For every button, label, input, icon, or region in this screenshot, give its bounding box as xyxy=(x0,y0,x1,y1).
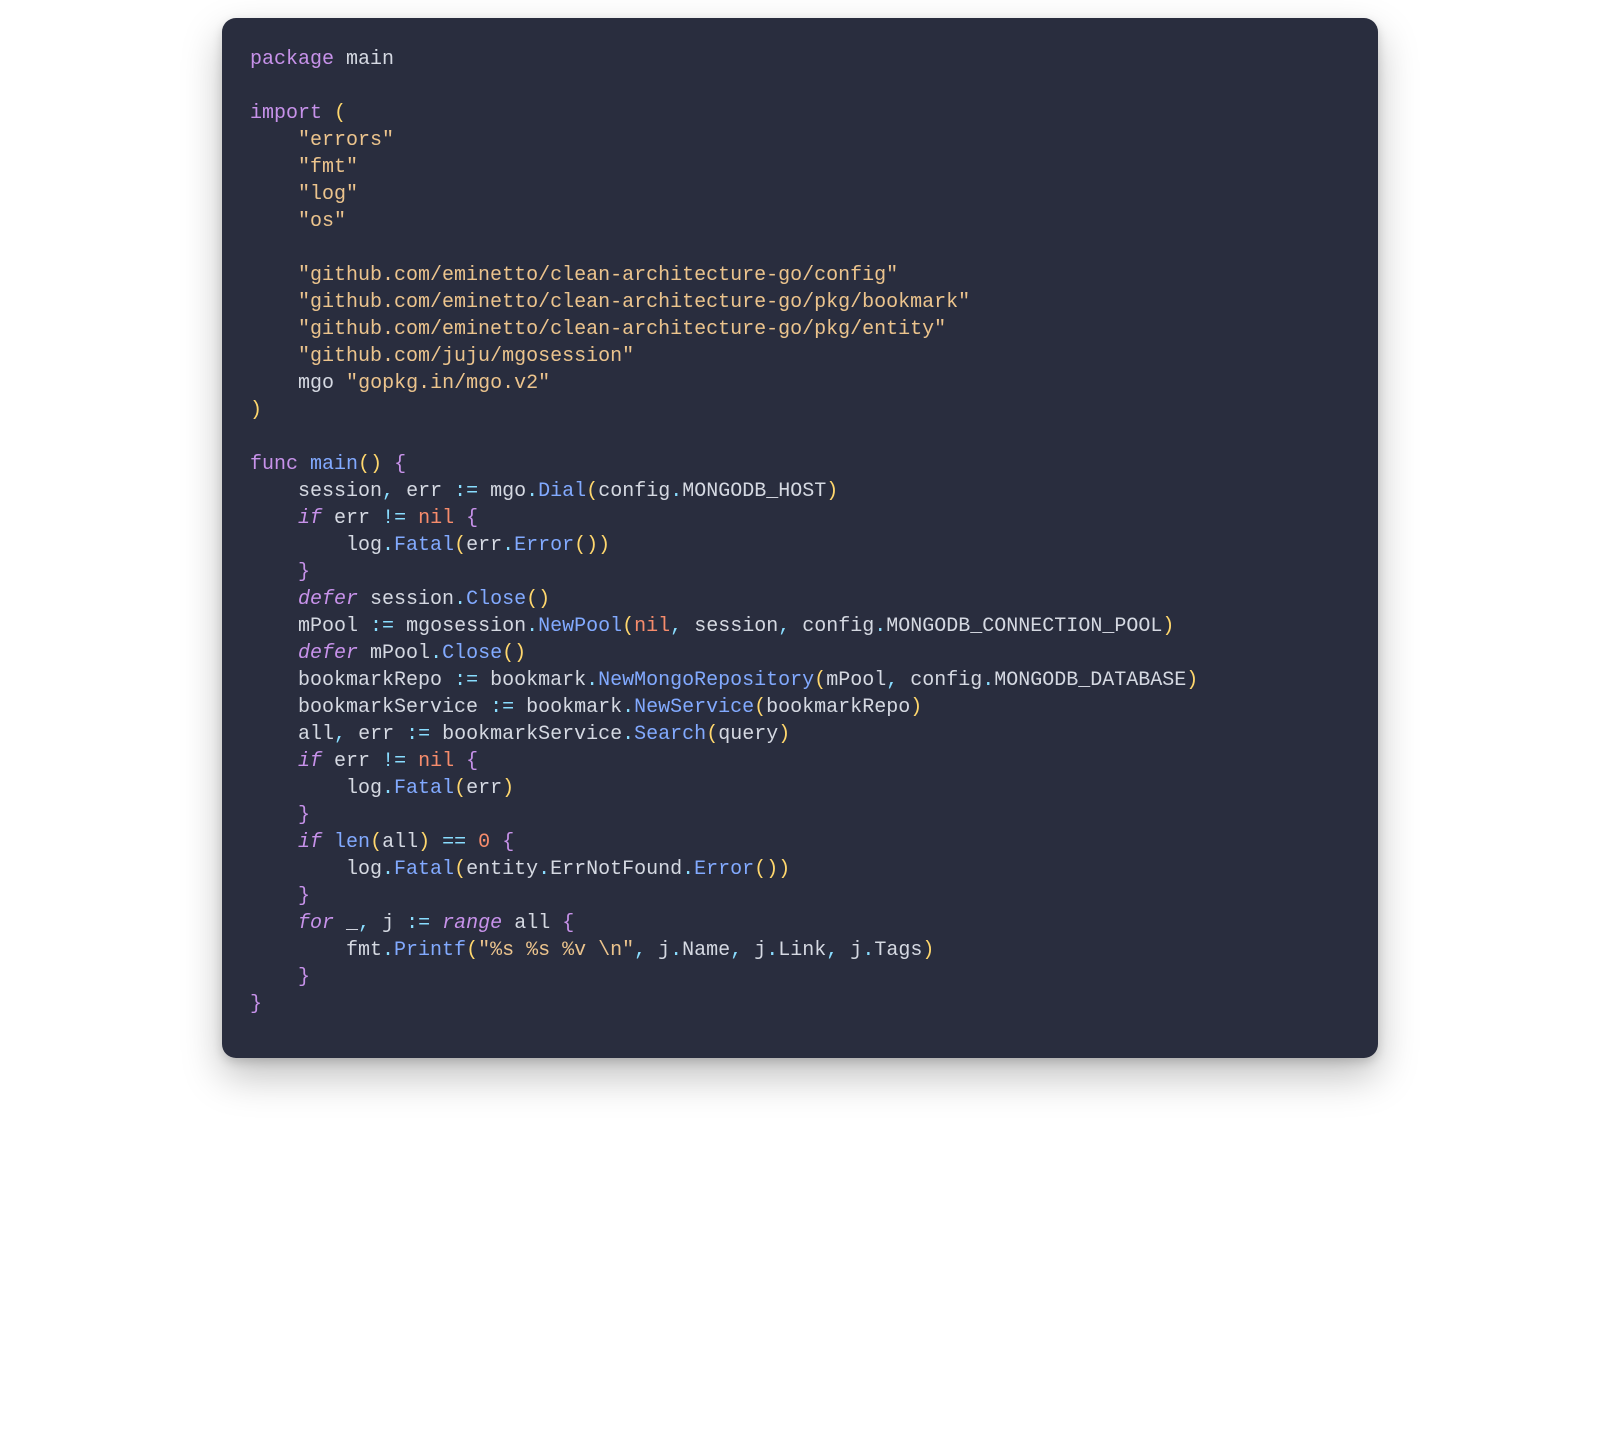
package-name: main xyxy=(346,48,394,71)
import-path: "log" xyxy=(298,183,358,206)
code-block: package main import ( "errors" "fmt" "lo… xyxy=(250,46,1350,1018)
keyword-package: package xyxy=(250,48,334,71)
open-paren: ( xyxy=(334,102,346,125)
import-path: "gopkg.in/mgo.v2" xyxy=(346,372,550,395)
import-path: "fmt" xyxy=(298,156,358,179)
code-card: package main import ( "errors" "fmt" "lo… xyxy=(222,18,1378,1058)
import-path: "github.com/eminetto/clean-architecture-… xyxy=(298,264,898,287)
import-path: "github.com/eminetto/clean-architecture-… xyxy=(298,318,946,341)
keyword-func: func xyxy=(250,453,298,476)
import-alias: mgo xyxy=(298,372,334,395)
keyword-import: import xyxy=(250,102,322,125)
close-paren: ) xyxy=(250,399,262,422)
function-name: main xyxy=(310,453,358,476)
import-path: "errors" xyxy=(298,129,394,152)
import-path: "os" xyxy=(298,210,346,233)
import-path: "github.com/juju/mgosession" xyxy=(298,345,634,368)
import-path: "github.com/eminetto/clean-architecture-… xyxy=(298,291,970,314)
